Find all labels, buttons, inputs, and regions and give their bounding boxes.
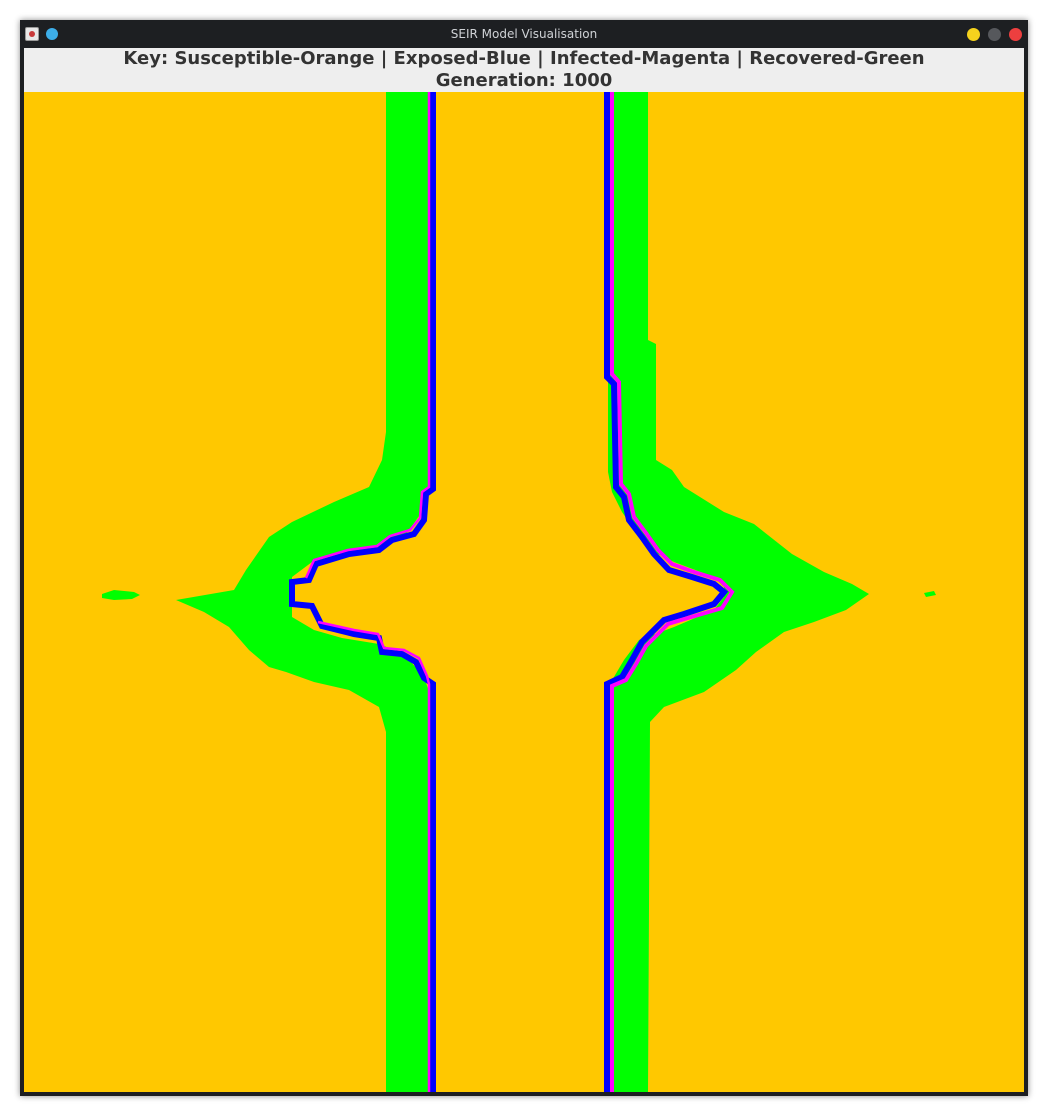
app-window: SEIR Model Visualisation Key: Susceptibl… [20,20,1028,1096]
generation-counter: Generation: 1000 [24,70,1024,92]
generation-value: 1000 [562,70,613,91]
simulation-grid [24,92,1024,1092]
generation-label: Generation: [435,70,556,91]
close-icon[interactable] [1009,28,1022,41]
window-title: SEIR Model Visualisation [450,27,598,41]
color-key-text: Key: Susceptible-Orange | Exposed-Blue |… [123,48,925,69]
title-bar[interactable]: SEIR Model Visualisation [20,20,1028,48]
info-header: Key: Susceptible-Orange | Exposed-Blue |… [24,48,1024,92]
window-content: Key: Susceptible-Orange | Exposed-Blue |… [24,48,1024,1092]
minimize-icon[interactable] [967,28,980,41]
maximize-icon[interactable] [988,28,1001,41]
susceptible-region [24,92,1024,1092]
